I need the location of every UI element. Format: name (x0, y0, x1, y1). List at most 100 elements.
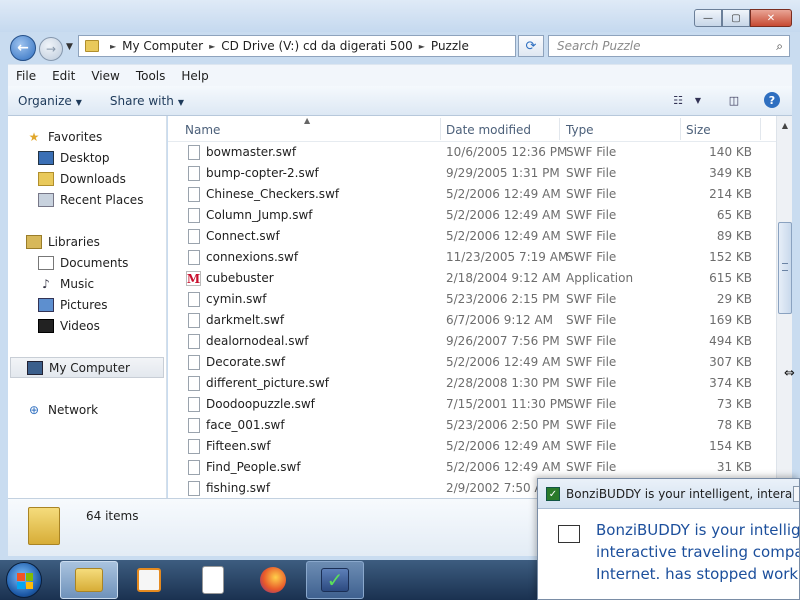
refresh-button[interactable]: ⟳ (518, 35, 544, 57)
nav-my-computer[interactable]: My Computer (10, 357, 164, 378)
nav-libraries[interactable]: Libraries (26, 231, 100, 252)
file-type: SWF File (566, 187, 617, 201)
file-name: Connect.swf (206, 229, 280, 243)
breadcrumb-my-computer[interactable]: My Computer (122, 39, 203, 53)
command-bar: Organize ▼ Share with ▼ ☷ ▼ ◫ ? (8, 86, 792, 116)
menu-file[interactable]: File (8, 69, 44, 83)
file-name: bump-copter-2.swf (206, 166, 319, 180)
help-icon[interactable]: ? (764, 92, 780, 108)
column-size[interactable]: Size (686, 123, 711, 137)
table-row[interactable]: Fifteen.swf 5/2/2006 12:49 AM SWF File 154 … (168, 436, 776, 457)
firefox-icon (260, 567, 286, 593)
error-dialog[interactable]: ✓ BonziBUDDY is your intelligent, intera… (537, 478, 800, 600)
file-type: SWF File (566, 250, 617, 264)
breadcrumb-chevron-icon[interactable]: ► (419, 42, 425, 51)
file-size: 78 KB (716, 418, 752, 432)
menu-tools[interactable]: Tools (128, 69, 174, 83)
file-date: 5/2/2006 12:49 AM (446, 187, 561, 201)
checkmark-icon: ✓ (321, 568, 349, 592)
table-row[interactable]: connexions.swf 11/23/2005 7:19 AM SWF File… (168, 247, 776, 268)
scrollbar-thumb[interactable] (778, 222, 792, 314)
nav-downloads[interactable]: Downloads (38, 168, 126, 189)
nav-pictures[interactable]: Pictures (38, 294, 108, 315)
taskbar-bonzibuddy[interactable]: ✓ (306, 561, 364, 599)
view-options-dropdown[interactable]: ▼ (690, 93, 706, 107)
preview-pane-icon[interactable]: ◫ (726, 93, 742, 107)
breadcrumb-cd-drive[interactable]: CD Drive (V:) cd da digerati 500 (221, 39, 413, 53)
file-size: 154 KB (709, 439, 752, 453)
table-row[interactable]: Chinese_Checkers.swf 5/2/2006 12:49 AM SWF… (168, 184, 776, 205)
table-row[interactable]: Doodoopuzzle.swf 7/15/2001 11:30 PM SWF Fi… (168, 394, 776, 415)
breadcrumb-puzzle[interactable]: Puzzle (431, 39, 469, 53)
media-player-icon (137, 568, 161, 592)
application-window-icon (558, 525, 580, 543)
star-icon: ★ (28, 129, 40, 144)
minimize-button[interactable]: — (694, 9, 722, 27)
table-row[interactable]: face_001.swf 5/23/2006 2:50 PM SWF File 78 … (168, 415, 776, 436)
file-icon (188, 397, 200, 412)
table-row[interactable]: Column_Jump.swf 5/2/2006 12:49 AM SWF File… (168, 205, 776, 226)
menu-help[interactable]: Help (173, 69, 216, 83)
menu-edit[interactable]: Edit (44, 69, 83, 83)
taskbar-explorer[interactable] (60, 561, 118, 599)
column-name[interactable]: Name (185, 123, 220, 137)
table-row[interactable]: Connect.swf 5/2/2006 12:49 AM SWF File 89 K… (168, 226, 776, 247)
file-type: SWF File (566, 208, 617, 222)
table-row[interactable]: Decorate.swf 5/2/2006 12:49 AM SWF File 307… (168, 352, 776, 373)
share-with-button[interactable]: Share with ▼ (100, 94, 194, 108)
dialog-title-bar[interactable]: ✓ BonziBUDDY is your intelligent, intera… (538, 479, 799, 509)
back-button[interactable]: ← (10, 35, 36, 61)
column-divider[interactable] (559, 118, 560, 140)
file-icon (188, 229, 200, 244)
taskbar-media-player[interactable] (120, 561, 178, 599)
nav-network[interactable]: ⊕ Network (26, 399, 98, 420)
column-date-modified[interactable]: Date modified (446, 123, 531, 137)
nav-music[interactable]: ♪ Music (38, 273, 94, 294)
table-row[interactable]: bowmaster.swf 10/6/2005 12:36 PM SWF File 1… (168, 142, 776, 163)
start-button[interactable] (6, 562, 42, 598)
folder-icon (75, 568, 103, 592)
nav-recent-places[interactable]: Recent Places (38, 189, 143, 210)
forward-button[interactable]: → (39, 37, 63, 61)
vertical-scrollbar[interactable]: ▲ (776, 116, 792, 498)
column-type[interactable]: Type (566, 123, 594, 137)
dialog-close-button[interactable] (793, 486, 799, 502)
breadcrumb-chevron-icon[interactable]: ► (209, 42, 215, 51)
table-row[interactable]: different_picture.swf 2/28/2008 1:30 PM SW… (168, 373, 776, 394)
table-row[interactable]: darkmelt.swf 6/7/2006 9:12 AM SWF File 169 … (168, 310, 776, 331)
application-icon: M (186, 271, 201, 286)
maximize-button[interactable]: ▢ (722, 9, 750, 27)
nav-label: My Computer (49, 360, 130, 375)
nav-desktop[interactable]: Desktop (38, 147, 110, 168)
nav-label: Videos (60, 318, 100, 333)
message-line: Internet. has stopped working (596, 565, 800, 583)
column-divider[interactable] (680, 118, 681, 140)
nav-label: Pictures (60, 297, 108, 312)
taskbar-firefox[interactable] (244, 561, 302, 599)
title-bar[interactable]: — ▢ ✕ (0, 0, 800, 32)
breadcrumb-chevron-icon[interactable]: ► (110, 42, 116, 51)
table-row[interactable]: cymin.swf 5/23/2006 2:15 PM SWF File 29 KB (168, 289, 776, 310)
table-row[interactable]: Find_People.swf 5/2/2006 12:49 AM SWF File… (168, 457, 776, 478)
nav-label: Recent Places (60, 192, 144, 207)
search-input[interactable]: Search Puzzle ⌕ (548, 35, 790, 57)
recent-pages-dropdown[interactable]: ▼ (66, 42, 73, 52)
column-divider[interactable] (760, 118, 761, 140)
close-button[interactable]: ✕ (750, 9, 792, 27)
table-row[interactable]: dealornodeal.swf 9/26/2007 7:56 PM SWF Fil… (168, 331, 776, 352)
table-row[interactable]: bump-copter-2.swf 9/29/2005 1:31 PM SWF Fi… (168, 163, 776, 184)
details-view-icon[interactable]: ☷ (670, 93, 686, 107)
address-bar[interactable]: ► My Computer ► CD Drive (V:) cd da dige… (78, 35, 516, 57)
scroll-up-icon[interactable]: ▲ (777, 118, 793, 132)
menu-view[interactable]: View (83, 69, 127, 83)
taskbar-notepad[interactable] (184, 561, 242, 599)
column-divider[interactable] (440, 118, 441, 140)
file-size: 140 KB (709, 145, 752, 159)
organize-button[interactable]: Organize ▼ (8, 94, 92, 108)
nav-documents[interactable]: Documents (38, 252, 128, 273)
nav-favorites[interactable]: ★ Favorites (26, 126, 103, 147)
file-date: 10/6/2005 12:36 PM (446, 145, 568, 159)
search-icon[interactable]: ⌕ (776, 39, 783, 54)
nav-videos[interactable]: Videos (38, 315, 100, 336)
table-row[interactable]: Mcubebuster 2/18/2004 9:12 AM Application 6… (168, 268, 776, 289)
